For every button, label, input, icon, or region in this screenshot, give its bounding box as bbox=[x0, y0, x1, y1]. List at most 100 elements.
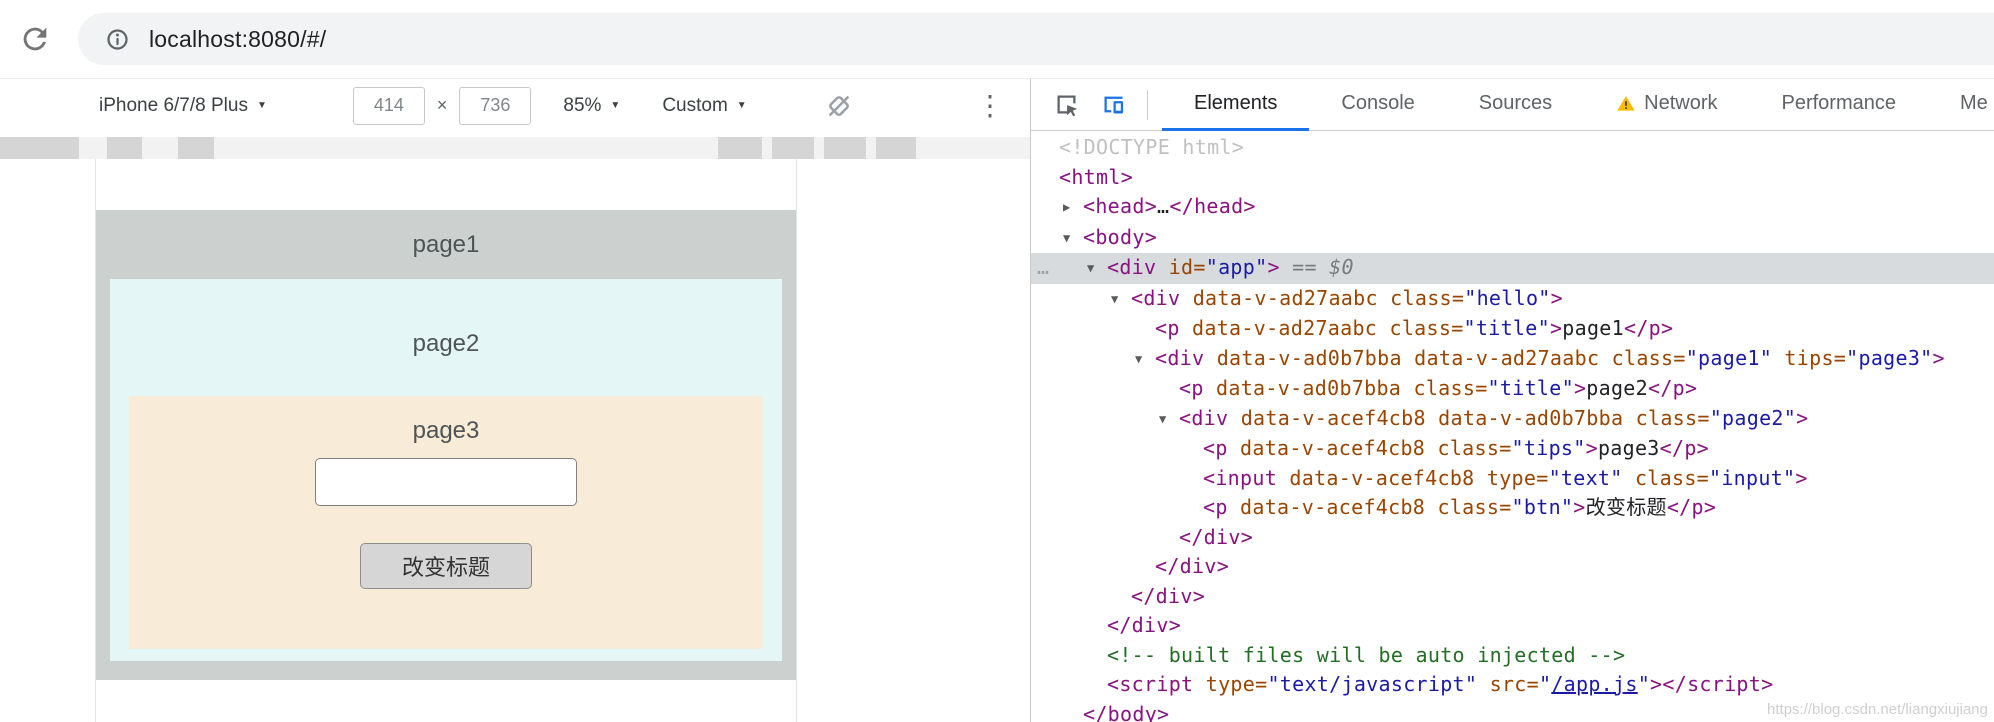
code-line[interactable]: <html> bbox=[1031, 163, 1994, 193]
dropdown-caret-icon: ▼ bbox=[737, 100, 747, 111]
code-token-tag: > bbox=[1795, 466, 1807, 490]
code-line[interactable]: <p data-v-ad27aabc class="title">page1</… bbox=[1031, 314, 1994, 344]
node-menu-dots[interactable]: … bbox=[1037, 253, 1050, 283]
code-line[interactable]: </body> bbox=[1031, 700, 1994, 722]
code-token-tag: > bbox=[1551, 286, 1563, 310]
code-line[interactable]: <!-- built files will be auto injected -… bbox=[1031, 641, 1994, 671]
code-token-tag: </script> bbox=[1662, 672, 1773, 696]
tab-memory[interactable]: Me bbox=[1928, 79, 1994, 131]
device-emulation-panel: iPhone 6/7/8 Plus ▼ × 85% ▼ Custom ▼ ⋮ bbox=[0, 79, 1030, 722]
code-token-attr: type= bbox=[1475, 466, 1549, 490]
code-token-attr: class= bbox=[1425, 436, 1511, 460]
code-token-attr: data-v-ad27aabc bbox=[1402, 346, 1599, 370]
dropdown-caret-icon: ▼ bbox=[257, 100, 267, 111]
code-token-val: "text/javascript" bbox=[1267, 672, 1477, 696]
code-token-attr: data-v-ad0b7bba bbox=[1426, 406, 1623, 430]
address-bar[interactable]: localhost:8080/#/ bbox=[78, 13, 1994, 65]
page3-container: page3 改变标题 bbox=[129, 396, 763, 649]
code-line[interactable]: ▼<div data-v-ad0b7bba data-v-ad27aabc cl… bbox=[1031, 344, 1994, 375]
throttle-select[interactable]: Custom ▼ bbox=[662, 95, 746, 117]
collapse-arrow-icon[interactable]: ▼ bbox=[1111, 285, 1131, 315]
code-line[interactable]: </div> bbox=[1031, 523, 1994, 553]
code-token-tag: </p> bbox=[1660, 436, 1709, 460]
code-token-tag: > bbox=[1650, 672, 1662, 696]
code-line[interactable]: <script type="text/javascript" src="/app… bbox=[1031, 670, 1994, 700]
tab-console[interactable]: Console bbox=[1309, 79, 1446, 131]
code-token-tag: <html> bbox=[1059, 165, 1133, 189]
throttle-label: Custom bbox=[662, 95, 727, 117]
zoom-label: 85% bbox=[563, 95, 601, 117]
code-line[interactable]: ▼<div data-v-acef4cb8 data-v-ad0b7bba cl… bbox=[1031, 404, 1994, 435]
code-token-tag: </p> bbox=[1624, 316, 1673, 340]
code-line[interactable]: </div> bbox=[1031, 582, 1994, 612]
reload-icon[interactable] bbox=[18, 22, 52, 56]
expand-arrow-icon[interactable]: ▶ bbox=[1063, 193, 1083, 223]
code-token-tag: <p bbox=[1179, 376, 1204, 400]
collapse-arrow-icon[interactable]: ▼ bbox=[1135, 345, 1155, 375]
code-token-attr: tips= bbox=[1772, 346, 1846, 370]
code-line[interactable]: ▶<head>…</head> bbox=[1031, 192, 1994, 223]
code-token-attr: data-v-ad0b7bba bbox=[1204, 376, 1401, 400]
code-token-val: "input" bbox=[1709, 466, 1795, 490]
code-token-val: "app" bbox=[1206, 255, 1268, 279]
code-token-tag: </p> bbox=[1667, 495, 1716, 519]
page-info-icon[interactable] bbox=[104, 26, 131, 53]
code-line[interactable]: ▼<body> bbox=[1031, 223, 1994, 254]
device-width-input[interactable] bbox=[353, 87, 425, 125]
code-line[interactable]: <p data-v-acef4cb8 class="btn">改变标题</p> bbox=[1031, 493, 1994, 523]
code-token-tag: </div> bbox=[1131, 584, 1205, 608]
code-line[interactable]: <input data-v-acef4cb8 type="text" class… bbox=[1031, 464, 1994, 494]
ruler-segment bbox=[107, 137, 142, 159]
devtools-panel: Elements Console Sources Network Perform… bbox=[1030, 79, 1994, 722]
code-line[interactable]: …▼<div id="app"> == $0 bbox=[1031, 253, 1994, 284]
tab-elements[interactable]: Elements bbox=[1162, 79, 1309, 131]
code-token-attr: class= bbox=[1425, 495, 1511, 519]
code-token-tag: > bbox=[1267, 255, 1279, 279]
code-token-attr: class= bbox=[1378, 286, 1464, 310]
tab-network[interactable]: Network bbox=[1584, 79, 1749, 131]
code-token-tag: </div> bbox=[1107, 613, 1181, 637]
collapse-arrow-icon[interactable]: ▼ bbox=[1063, 224, 1083, 254]
device-toolbar: iPhone 6/7/8 Plus ▼ × 85% ▼ Custom ▼ ⋮ bbox=[0, 79, 1030, 132]
code-token-tag: > bbox=[1933, 346, 1945, 370]
device-viewport: page1 page2 page3 改变标题 bbox=[95, 159, 797, 722]
code-token-tag: </p> bbox=[1648, 376, 1697, 400]
tab-label: Performance bbox=[1782, 92, 1897, 115]
tab-label: Elements bbox=[1194, 92, 1277, 115]
device-height-input[interactable] bbox=[459, 87, 531, 125]
tab-label: Me bbox=[1960, 92, 1988, 115]
device-toolbar-icon[interactable] bbox=[1100, 91, 1127, 118]
code-line[interactable]: </div> bbox=[1031, 552, 1994, 582]
ruler-segment bbox=[772, 137, 814, 159]
code-token-attr: data-v-ad0b7bba bbox=[1204, 346, 1401, 370]
code-line[interactable]: ▼<div data-v-ad27aabc class="hello"> bbox=[1031, 284, 1994, 315]
change-title-button[interactable]: 改变标题 bbox=[360, 543, 532, 589]
device-type-select[interactable]: iPhone 6/7/8 Plus ▼ bbox=[99, 95, 267, 117]
code-token-tag: </div> bbox=[1155, 554, 1229, 578]
code-token-tag: <div bbox=[1179, 406, 1228, 430]
device-ruler bbox=[0, 137, 1030, 159]
collapse-arrow-icon[interactable]: ▼ bbox=[1159, 405, 1179, 435]
code-token-attr: class= bbox=[1623, 406, 1709, 430]
code-token-tag: > bbox=[1796, 406, 1808, 430]
code-line[interactable]: <!DOCTYPE html> bbox=[1031, 133, 1994, 163]
rotate-icon[interactable] bbox=[824, 91, 854, 121]
code-token-tag: <p bbox=[1203, 495, 1228, 519]
code-line[interactable]: <p data-v-ad0b7bba class="title">page2</… bbox=[1031, 374, 1994, 404]
page3-text-input[interactable] bbox=[315, 458, 577, 506]
more-options-icon[interactable]: ⋮ bbox=[976, 92, 1004, 120]
code-line[interactable]: </div> bbox=[1031, 611, 1994, 641]
tab-label: Console bbox=[1341, 92, 1414, 115]
code-token-tag: <script bbox=[1107, 672, 1193, 696]
tab-performance[interactable]: Performance bbox=[1750, 79, 1929, 131]
code-token-tag: </body> bbox=[1083, 702, 1169, 722]
code-line[interactable]: <p data-v-acef4cb8 class="tips">page3</p… bbox=[1031, 434, 1994, 464]
inspect-icon[interactable] bbox=[1053, 91, 1080, 118]
tab-sources[interactable]: Sources bbox=[1447, 79, 1584, 131]
zoom-select[interactable]: 85% ▼ bbox=[563, 95, 620, 117]
collapse-arrow-icon[interactable]: ▼ bbox=[1087, 254, 1107, 284]
code-token-attr: type= bbox=[1193, 672, 1267, 696]
code-token-text: page2 bbox=[1586, 376, 1648, 400]
elements-tree[interactable]: <!DOCTYPE html><html> ▶<head>…</head>▼<bo… bbox=[1031, 131, 1994, 722]
code-token-tag: <p bbox=[1203, 436, 1228, 460]
